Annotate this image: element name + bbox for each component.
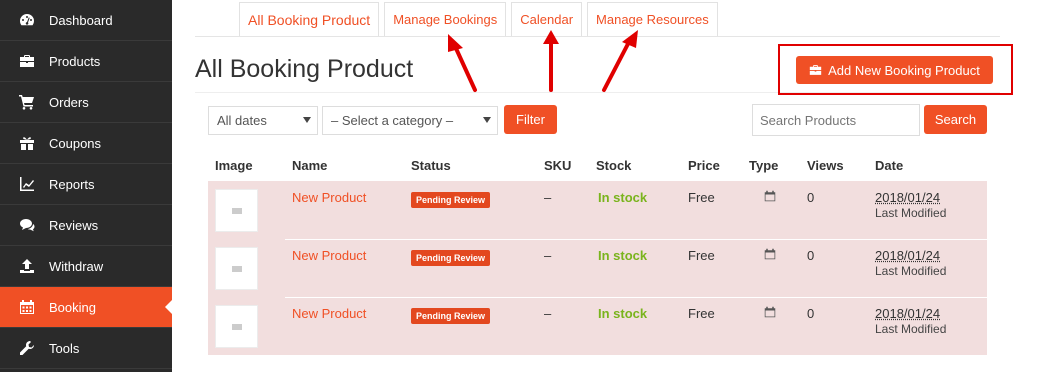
annotation-arrow-manage-resources xyxy=(602,30,638,92)
page-title: All Booking Product xyxy=(195,55,414,83)
row-divider xyxy=(285,297,987,298)
sidebar-item-label: Coupons xyxy=(49,135,102,151)
filter-button[interactable]: Filter xyxy=(504,105,557,134)
calendar-icon xyxy=(18,299,36,315)
sidebar-item-label: Withdraw xyxy=(49,258,104,274)
column-header-image: Image xyxy=(215,158,253,173)
product-name-link[interactable]: New Product xyxy=(292,190,366,205)
sidebar-item-label: Reviews xyxy=(49,217,99,233)
date-value: 2018/01/24 xyxy=(875,248,941,263)
sidebar: Dashboard Products Orders Coupons Report… xyxy=(0,0,173,372)
product-name-link[interactable]: New Product xyxy=(292,306,366,321)
tab-all-booking-product[interactable]: All Booking Product xyxy=(239,2,380,36)
column-header-price: Price xyxy=(688,158,720,173)
date-note: Last Modified xyxy=(875,322,947,336)
calendar-icon xyxy=(764,248,776,263)
date-value: 2018/01/24 xyxy=(875,190,941,205)
price-value: Free xyxy=(688,190,715,205)
sidebar-item-booking[interactable]: Booking xyxy=(0,287,173,328)
views-count: 0 xyxy=(807,248,815,263)
sidebar-item-products[interactable]: Products xyxy=(0,41,172,82)
tab-manage-bookings[interactable]: Manage Bookings xyxy=(384,2,507,36)
sidebar-item-label: Dashboard xyxy=(49,12,113,28)
sidebar-item-label: Booking xyxy=(49,299,96,315)
product-name-link[interactable]: New Product xyxy=(292,248,366,263)
sidebar-item-reviews[interactable]: Reviews xyxy=(0,205,172,246)
search-products-input[interactable] xyxy=(752,104,920,136)
category-filter-value: – Select a category – xyxy=(331,113,454,128)
date-value: 2018/01/24 xyxy=(875,306,941,321)
product-thumbnail[interactable] xyxy=(215,305,258,348)
column-header-views: Views xyxy=(807,158,844,173)
sidebar-item-orders[interactable]: Orders xyxy=(0,82,172,123)
tab-bar: All Booking Product Manage Bookings Cale… xyxy=(239,2,723,36)
sidebar-item-label: Orders xyxy=(49,94,89,110)
sidebar-item-tools[interactable]: Tools xyxy=(0,328,172,369)
briefcase-icon xyxy=(809,65,822,75)
caret-down-icon xyxy=(483,117,491,123)
date-note: Last Modified xyxy=(875,206,947,220)
column-header-type: Type xyxy=(749,158,779,173)
column-header-name: Name xyxy=(292,158,328,173)
dashboard-icon xyxy=(18,12,36,28)
column-header-status: Status xyxy=(411,158,451,173)
add-new-booking-product-button[interactable]: Add New Booking Product xyxy=(796,56,993,84)
price-value: Free xyxy=(688,248,715,263)
product-thumbnail[interactable] xyxy=(215,189,258,232)
image-placeholder-icon xyxy=(231,207,242,214)
column-header-sku: SKU xyxy=(544,158,572,173)
chart-icon xyxy=(18,176,36,192)
stock-status: In stock xyxy=(598,248,648,263)
briefcase-icon xyxy=(18,53,36,69)
sku-value: – xyxy=(544,306,552,321)
annotation-arrow-manage-bookings xyxy=(448,34,477,92)
column-header-stock: Stock xyxy=(596,158,632,173)
column-header-date: Date xyxy=(875,158,904,173)
image-placeholder-icon xyxy=(231,323,242,330)
stock-status: In stock xyxy=(598,306,648,321)
sku-value: – xyxy=(544,190,552,205)
calendar-icon xyxy=(764,306,776,321)
wrench-icon xyxy=(18,340,36,356)
sidebar-item-label: Products xyxy=(49,53,101,69)
row-divider xyxy=(285,239,987,240)
add-button-label: Add New Booking Product xyxy=(828,62,980,78)
sidebar-item-coupons[interactable]: Coupons xyxy=(0,123,172,164)
sidebar-item-label: Tools xyxy=(49,340,80,356)
search-button[interactable]: Search xyxy=(924,105,987,134)
comments-icon xyxy=(18,217,36,233)
date-filter-value: All dates xyxy=(217,113,267,128)
sidebar-item-dashboard[interactable]: Dashboard xyxy=(0,0,172,41)
sku-value: – xyxy=(544,248,552,263)
sidebar-item-withdraw[interactable]: Withdraw xyxy=(0,246,172,287)
image-placeholder-icon xyxy=(231,265,242,272)
calendar-icon xyxy=(764,190,776,205)
category-filter-select[interactable]: – Select a category – xyxy=(322,106,498,135)
price-value: Free xyxy=(688,306,715,321)
views-count: 0 xyxy=(807,306,815,321)
status-badge: Pending Review xyxy=(411,250,491,266)
date-note: Last Modified xyxy=(875,264,947,278)
caret-down-icon xyxy=(303,117,311,123)
sidebar-item-reports[interactable]: Reports xyxy=(0,164,172,205)
gift-icon xyxy=(18,135,36,151)
annotation-arrow-calendar xyxy=(543,30,559,92)
product-thumbnail[interactable] xyxy=(215,247,258,290)
cart-icon xyxy=(18,94,36,110)
date-filter-select[interactable]: All dates xyxy=(208,106,318,135)
stock-status: In stock xyxy=(598,190,648,205)
status-badge: Pending Review xyxy=(411,308,491,324)
upload-icon xyxy=(18,258,36,274)
views-count: 0 xyxy=(807,190,815,205)
sidebar-item-label: Reports xyxy=(49,176,95,192)
status-badge: Pending Review xyxy=(411,192,491,208)
